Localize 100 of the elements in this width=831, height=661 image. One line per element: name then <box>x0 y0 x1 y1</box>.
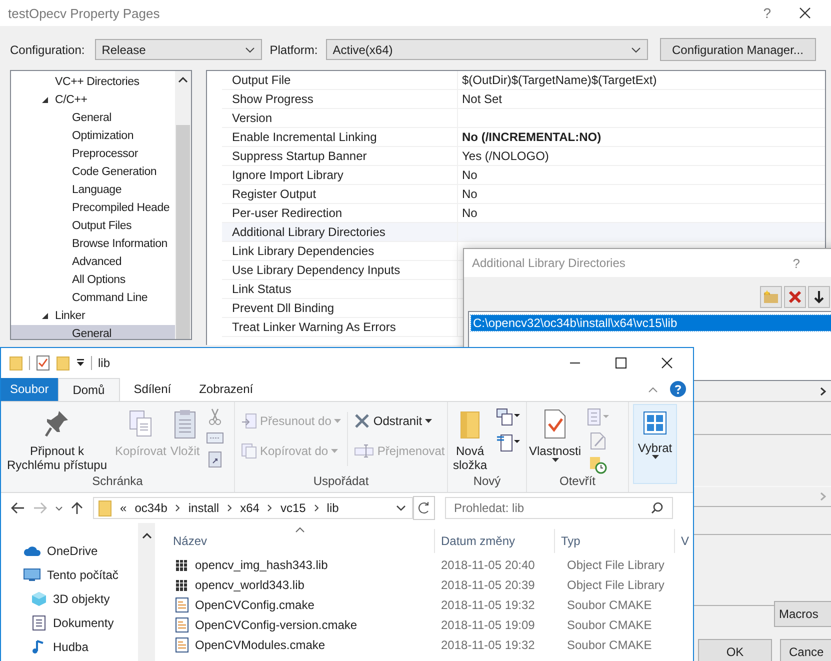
delete-button[interactable] <box>784 286 806 308</box>
column-header[interactable]: Datum změny <box>435 529 555 553</box>
tree-item[interactable]: General <box>72 328 112 339</box>
property-value[interactable]: Yes (/NOLOGO) <box>462 149 549 163</box>
property-name[interactable]: Enable Incremental Linking <box>222 128 458 146</box>
collapse-ribbon-icon[interactable] <box>648 387 658 393</box>
close-icon[interactable] <box>799 7 811 19</box>
file-name[interactable]: OpenCVModules.cmake <box>195 638 326 652</box>
move-down-button[interactable] <box>808 286 830 308</box>
column-header[interactable]: V <box>675 529 693 553</box>
chevron-down-icon[interactable] <box>396 505 406 511</box>
scroll-up-icon[interactable] <box>178 77 188 83</box>
scissors-icon[interactable] <box>206 408 223 426</box>
cancel-button[interactable]: Cance <box>780 639 831 661</box>
configuration-manager-button[interactable]: Configuration Manager... <box>660 38 816 61</box>
expander-icon[interactable] <box>41 96 49 104</box>
column-header[interactable]: Typ <box>555 529 675 553</box>
property-name[interactable]: Link Library Dependencies <box>222 242 458 260</box>
history-icon[interactable] <box>589 456 608 474</box>
ribbon-tab[interactable]: Soubor <box>1 378 58 401</box>
scroll-up-icon[interactable] <box>142 533 152 539</box>
search-icon[interactable] <box>651 502 663 514</box>
easy-access-icon[interactable] <box>496 432 520 452</box>
tree-item[interactable]: Output Files <box>72 220 132 232</box>
scrollbar[interactable] <box>175 71 191 339</box>
property-name[interactable]: Suppress Startup Banner <box>222 147 458 165</box>
file-name[interactable]: OpenCVConfig.cmake <box>195 598 314 612</box>
address-bar[interactable]: « oc34b install x64 vc15 lib <box>93 497 413 519</box>
recent-icon[interactable] <box>55 506 63 510</box>
help-button[interactable]: ? <box>792 256 800 270</box>
help-icon[interactable] <box>670 381 686 397</box>
new-item-icon[interactable] <box>496 408 520 426</box>
tree-item[interactable]: Code Generation <box>72 166 157 178</box>
nav-item[interactable]: Dokumenty <box>53 616 114 630</box>
property-name[interactable]: Prevent Dll Binding <box>222 299 458 317</box>
properties-button[interactable]: Vlastnosti <box>527 408 584 466</box>
ribbon-tab[interactable]: Domů <box>58 378 120 401</box>
tree-item[interactable]: Linker <box>55 310 86 322</box>
file-name[interactable]: OpenCVConfig-version.cmake <box>195 618 358 632</box>
property-value[interactable]: No <box>462 168 478 182</box>
copy-path-icon[interactable] <box>206 432 224 444</box>
property-value[interactable]: $(OutDir)$(TargetName)$(TargetExt) <box>462 73 657 87</box>
nav-item[interactable]: 3D objekty <box>53 592 110 606</box>
tree-item[interactable]: Command Line <box>72 292 148 304</box>
pin-button[interactable]: Připnout k Rychlému přístupu <box>1 408 113 472</box>
tree-item[interactable]: Precompiled Heade <box>72 202 170 214</box>
customize-icon[interactable] <box>76 358 85 368</box>
tree-item[interactable]: Optimization <box>72 130 134 142</box>
property-value[interactable]: Not Set <box>462 92 502 106</box>
tree-item[interactable]: Preprocessor <box>72 148 138 160</box>
search-field[interactable]: Prohledat: lib <box>445 497 673 519</box>
expander-icon[interactable] <box>41 312 49 320</box>
property-name[interactable]: Per-user Redirection <box>222 204 458 222</box>
tree-item[interactable]: VC++ Directories <box>55 76 140 88</box>
new-folder-button[interactable]: Nová složka <box>448 408 492 472</box>
macros-button[interactable]: Macros <box>774 601 831 627</box>
ok-button[interactable]: OK <box>698 639 772 661</box>
up-icon[interactable] <box>71 501 83 515</box>
tree-item[interactable]: All Options <box>72 274 126 286</box>
tree-item[interactable]: Language <box>72 184 122 196</box>
property-value[interactable]: No <box>462 187 478 201</box>
delete-button[interactable]: Odstranit <box>354 412 445 430</box>
property-value[interactable]: No <box>462 206 478 220</box>
file-name[interactable]: opencv_world343.lib <box>195 578 304 592</box>
column-header[interactable]: Název <box>173 529 435 553</box>
tree-item[interactable]: General <box>72 112 112 124</box>
nav-item[interactable]: OneDrive <box>47 544 98 558</box>
tree-item[interactable]: Advanced <box>72 256 122 268</box>
nav-item[interactable]: Hudba <box>53 640 88 654</box>
scroll-thumb[interactable] <box>176 125 190 339</box>
directory-item[interactable]: C:\opencv32\oc34b\install\x64\vc15\lib <box>471 315 831 331</box>
property-name[interactable]: Show Progress <box>222 90 458 108</box>
tree-item[interactable]: Browse Information <box>72 238 168 250</box>
refresh-icon[interactable] <box>413 496 435 520</box>
maximize-icon[interactable] <box>615 357 627 369</box>
property-name[interactable]: Version <box>222 109 458 127</box>
back-icon[interactable] <box>11 502 25 514</box>
nav-item[interactable]: Tento počítač <box>47 568 118 582</box>
property-name[interactable]: Output File <box>222 71 458 89</box>
platform-dropdown[interactable]: Active(x64) <box>326 39 648 60</box>
chevron-icon[interactable] <box>820 387 826 396</box>
property-name[interactable]: Treat Linker Warning As Errors <box>222 318 458 336</box>
close-icon[interactable] <box>661 357 673 369</box>
properties-icon[interactable] <box>36 355 50 371</box>
tree-item[interactable]: C/C++ <box>55 94 88 106</box>
chevron-down-icon[interactable] <box>244 46 255 52</box>
property-name[interactable]: Ignore Import Library <box>222 166 458 184</box>
ribbon-tab[interactable]: Sdílení <box>120 378 186 401</box>
help-button[interactable]: ? <box>763 5 771 21</box>
file-name[interactable]: opencv_img_hash343.lib <box>195 558 328 572</box>
select-button[interactable]: Vybrat <box>633 404 677 484</box>
ribbon-tab[interactable]: Zobrazení <box>185 378 268 401</box>
scrollbar[interactable] <box>138 523 155 661</box>
property-name[interactable]: Link Status <box>222 280 458 298</box>
configuration-dropdown[interactable]: Release <box>94 39 262 60</box>
paste-shortcut-icon[interactable] <box>208 450 222 468</box>
property-name[interactable]: Register Output <box>222 185 458 203</box>
property-value[interactable]: No (/INCREMENTAL:NO) <box>462 130 602 144</box>
chevron-down-icon[interactable] <box>630 46 641 52</box>
property-name[interactable]: Use Library Dependency Inputs <box>222 261 458 279</box>
